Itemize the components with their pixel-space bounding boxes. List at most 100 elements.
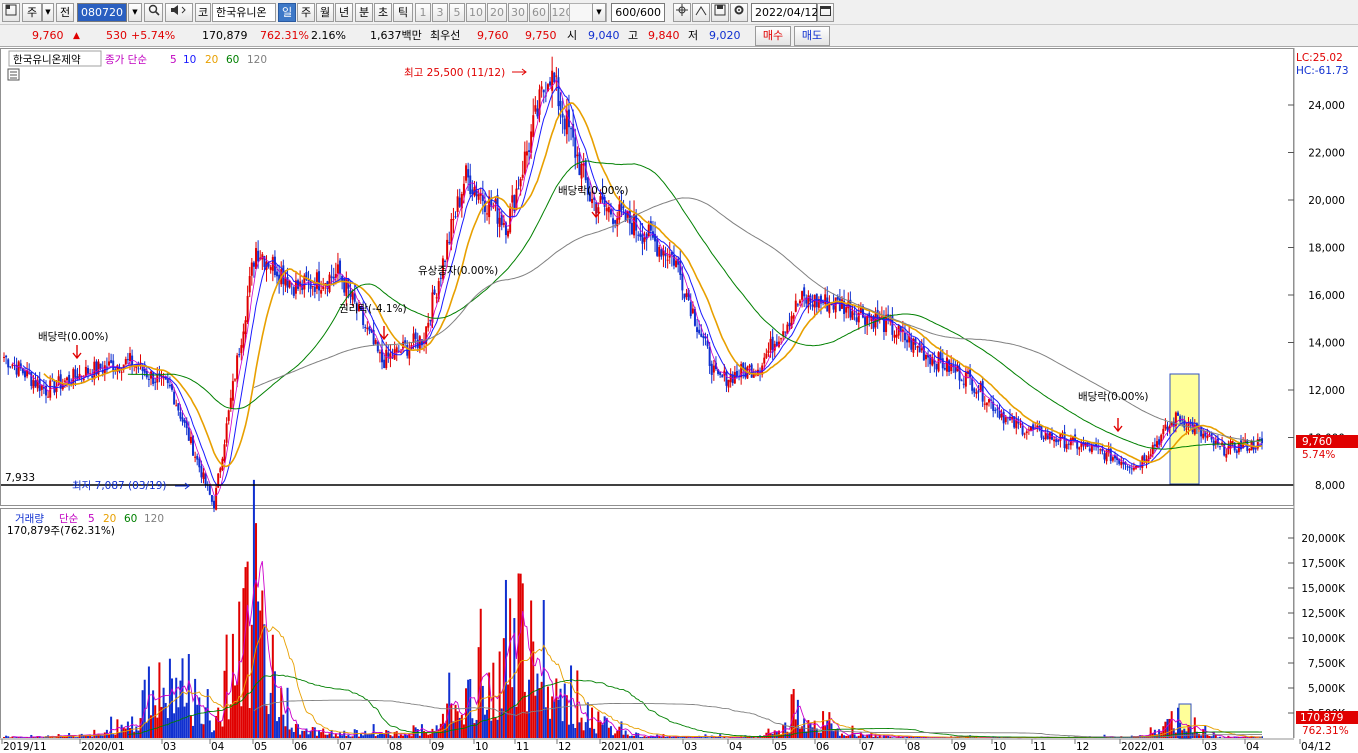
- volume-bar: [202, 724, 205, 738]
- price-candle: [666, 259, 669, 261]
- volume-bar: [462, 724, 465, 738]
- price-candle: [683, 293, 686, 299]
- minute-20-button[interactable]: 20: [487, 3, 507, 22]
- volume-bar: [534, 695, 537, 738]
- price-candle: [851, 311, 854, 320]
- period-day-tab[interactable]: 일: [278, 3, 296, 22]
- volume-bar: [412, 725, 415, 738]
- period-second-tab[interactable]: 초: [374, 3, 392, 22]
- minute-5-button[interactable]: 5: [449, 3, 465, 22]
- minute-10-button[interactable]: 10: [466, 3, 486, 22]
- time-tick-label: 12: [1076, 741, 1089, 753]
- minute-3-button[interactable]: 3: [432, 3, 448, 22]
- chart-window-icon[interactable]: [2, 3, 20, 22]
- volume-bar: [528, 679, 531, 738]
- price-candle: [630, 222, 633, 235]
- price-candle: [240, 345, 243, 354]
- volume-bar: [114, 734, 117, 738]
- price-candle: [202, 472, 205, 480]
- period-tick-tab[interactable]: 틱: [393, 3, 413, 22]
- volume-bar: [255, 523, 258, 738]
- volume-bar: [196, 704, 199, 738]
- time-tick-label: 06: [294, 741, 308, 753]
- period-month-tab[interactable]: 월: [316, 3, 334, 22]
- minute-1-button[interactable]: 1: [415, 3, 431, 22]
- volume-value: 170,879: [202, 29, 248, 42]
- search-icon[interactable]: [144, 3, 163, 22]
- volume-bar: [313, 727, 316, 738]
- price-candle: [824, 294, 827, 304]
- price-candle: [1162, 428, 1165, 435]
- volume-bar: [303, 730, 306, 738]
- volume-bar: [431, 728, 434, 738]
- draw-tool-icon[interactable]: [692, 3, 710, 22]
- time-tick-label: 2019/11: [3, 741, 47, 753]
- volume-tick-label: 10,000K: [1301, 633, 1346, 645]
- calendar-icon[interactable]: [817, 3, 834, 22]
- legend-ma120: 120: [247, 54, 267, 66]
- pct-tag: 5.74%: [1302, 449, 1335, 461]
- price-candle: [166, 379, 169, 384]
- price-candle: [318, 271, 321, 291]
- price-candle: [1185, 428, 1188, 430]
- price-candle: [880, 316, 883, 318]
- price-candle: [1004, 417, 1007, 423]
- price-candle: [1025, 431, 1028, 434]
- volume-bar: [240, 706, 243, 738]
- volume-bar: [1176, 707, 1179, 738]
- price-candle: [578, 152, 581, 176]
- market-mode-button[interactable]: 전: [56, 3, 74, 22]
- price-candle: [502, 222, 505, 225]
- price-candle: [183, 419, 186, 423]
- period-year-tab[interactable]: 년: [335, 3, 353, 22]
- volume-bar: [469, 679, 472, 738]
- price-candle: [1183, 420, 1186, 428]
- volume-bar: [603, 716, 606, 738]
- save-icon[interactable]: [711, 3, 729, 22]
- market-prefix-button[interactable]: 코: [195, 3, 211, 22]
- buy-button[interactable]: 매수: [755, 26, 791, 46]
- volume-ma120-line: [253, 699, 1262, 738]
- volume-tick-label: 15,000K: [1301, 583, 1346, 595]
- chevron-down-icon[interactable]: ▼: [42, 3, 54, 22]
- period-week-tab[interactable]: 주: [297, 3, 315, 22]
- interval-dropdown-icon[interactable]: ▼: [592, 3, 606, 22]
- volume-bar: [3, 737, 5, 738]
- volume-bar: [654, 736, 657, 738]
- date-field[interactable]: 2022/04/12: [751, 3, 818, 22]
- volume-bar: [406, 735, 409, 738]
- minute-60-button[interactable]: 60: [529, 3, 549, 22]
- stock-type-select[interactable]: 주: [22, 3, 42, 22]
- volume-bar: [399, 734, 402, 738]
- price-candle: [1212, 440, 1215, 446]
- price-tick-label: 12,000: [1308, 385, 1345, 397]
- gear-icon[interactable]: [730, 3, 748, 22]
- sell-button[interactable]: 매도: [794, 26, 830, 46]
- bar-count-field[interactable]: 600/600: [611, 3, 665, 22]
- crosshair-icon[interactable]: [673, 3, 691, 22]
- price-candle: [945, 357, 948, 372]
- volume-bar: [299, 734, 302, 738]
- price-tick-label: 22,000: [1308, 148, 1345, 160]
- price-candle: [689, 302, 692, 317]
- time-tick-label: 03: [684, 741, 697, 753]
- volume-bar: [74, 737, 77, 738]
- baseline-label: 7,933: [5, 472, 35, 484]
- speaker-icon[interactable]: [165, 3, 193, 22]
- volume-bar: [171, 678, 174, 738]
- stock-chart[interactable]: 24,000 22,000 20,000 18,000 16,000 14,000 12,0…: [0, 48, 1358, 753]
- stock-code-input[interactable]: 080720: [77, 3, 127, 22]
- minute-30-button[interactable]: 30: [508, 3, 528, 22]
- price-candle: [469, 175, 472, 195]
- price-candle: [1000, 413, 1003, 418]
- code-dropdown-icon[interactable]: ▼: [128, 3, 142, 22]
- price-tick-label: 18,000: [1308, 243, 1345, 255]
- volume-tag: 170,879: [1300, 712, 1343, 724]
- volume-bar: [872, 736, 875, 738]
- volume-bar: [832, 730, 835, 738]
- stock-name-field[interactable]: 한국유니온: [212, 3, 276, 22]
- volume-bar: [467, 679, 470, 738]
- volume-bar: [1218, 736, 1221, 738]
- period-minute-tab[interactable]: 분: [355, 3, 373, 22]
- price-candle: [609, 209, 612, 215]
